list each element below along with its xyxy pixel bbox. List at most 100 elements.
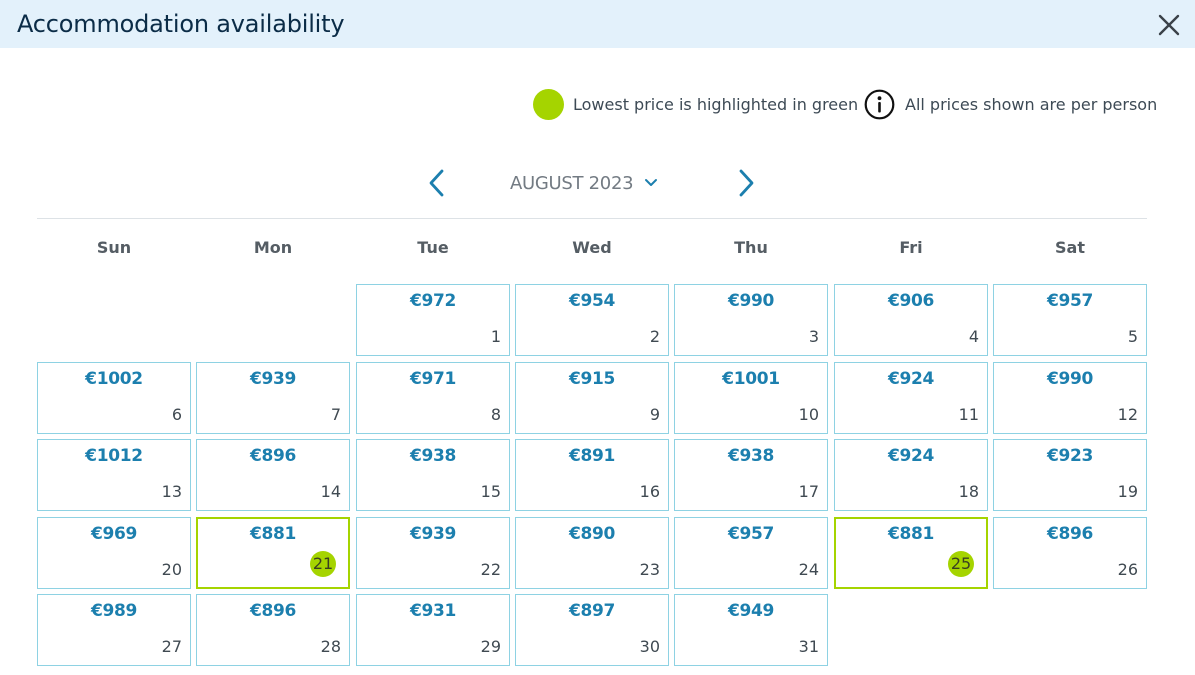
day-cell-28[interactable]: €896 28 bbox=[196, 594, 350, 666]
weekday-header-wed: Wed bbox=[572, 238, 612, 257]
day-cell-18[interactable]: €924 18 bbox=[834, 439, 988, 511]
day-number: 18 bbox=[958, 482, 979, 501]
chevron-down-icon bbox=[645, 179, 658, 186]
legend-per-person: All prices shown are per person bbox=[864, 88, 1157, 120]
weekday-header-sat: Sat bbox=[1055, 238, 1085, 257]
day-cell-8[interactable]: €971 8 bbox=[356, 362, 510, 434]
day-price: €924 bbox=[887, 446, 935, 466]
day-price: €896 bbox=[1046, 524, 1094, 544]
day-number: 14 bbox=[320, 482, 341, 501]
previous-month-button[interactable] bbox=[422, 166, 452, 200]
day-number: 20 bbox=[161, 560, 182, 579]
day-number: 30 bbox=[639, 637, 660, 656]
day-cell-19[interactable]: €923 19 bbox=[993, 439, 1147, 511]
weekday-header-sun: Sun bbox=[96, 238, 132, 257]
dialog-header: Accommodation availability bbox=[0, 0, 1195, 48]
month-label: AUGUST 2023 bbox=[510, 172, 634, 194]
day-price: €881 bbox=[249, 524, 297, 544]
day-number: 6 bbox=[171, 405, 182, 424]
green-dot-icon bbox=[533, 88, 564, 120]
month-dropdown[interactable]: AUGUST 2023 bbox=[510, 166, 675, 200]
day-price: €990 bbox=[1046, 369, 1094, 389]
day-price: €890 bbox=[568, 524, 616, 544]
day-number: 1 bbox=[490, 327, 501, 346]
day-cell-26[interactable]: €896 26 bbox=[993, 517, 1147, 589]
day-price: €938 bbox=[409, 446, 457, 466]
day-cell-16[interactable]: €891 16 bbox=[515, 439, 669, 511]
day-price: €923 bbox=[1046, 446, 1094, 466]
day-cell-29[interactable]: €931 29 bbox=[356, 594, 510, 666]
day-price: €957 bbox=[727, 524, 775, 544]
day-cell-22[interactable]: €939 22 bbox=[356, 517, 510, 589]
day-price: €990 bbox=[727, 291, 775, 311]
day-cell-30[interactable]: €897 30 bbox=[515, 594, 669, 666]
day-cell-3[interactable]: €990 3 bbox=[674, 284, 828, 356]
weekday-header-fri: Fri bbox=[899, 238, 923, 257]
day-number: 5 bbox=[1127, 327, 1138, 346]
day-cell-23[interactable]: €890 23 bbox=[515, 517, 669, 589]
day-price: €896 bbox=[249, 601, 297, 621]
day-cell-6[interactable]: €1002 6 bbox=[37, 362, 191, 434]
info-icon bbox=[864, 89, 895, 119]
dialog-title: Accommodation availability bbox=[17, 10, 345, 38]
day-cell-11[interactable]: €924 11 bbox=[834, 362, 988, 434]
day-price: €906 bbox=[887, 291, 935, 311]
day-number: 29 bbox=[480, 637, 501, 656]
day-price: €896 bbox=[249, 446, 297, 466]
day-cell-25[interactable]: €881 25 bbox=[834, 517, 988, 589]
day-cell-5[interactable]: €957 5 bbox=[993, 284, 1147, 356]
day-number: 28 bbox=[320, 637, 341, 656]
day-number: 27 bbox=[161, 637, 182, 656]
day-number: 19 bbox=[1117, 482, 1138, 501]
day-number: 24 bbox=[798, 560, 819, 579]
day-price: €924 bbox=[887, 369, 935, 389]
day-price: €891 bbox=[568, 446, 616, 466]
weekday-header-mon: Mon bbox=[253, 238, 293, 257]
day-number: 17 bbox=[798, 482, 819, 501]
day-cell-12[interactable]: €990 12 bbox=[993, 362, 1147, 434]
day-cell-17[interactable]: €938 17 bbox=[674, 439, 828, 511]
legend-per-person-label: All prices shown are per person bbox=[905, 94, 1158, 114]
day-price: €989 bbox=[90, 601, 138, 621]
day-cell-13[interactable]: €1012 13 bbox=[37, 439, 191, 511]
day-number: 3 bbox=[808, 327, 819, 346]
weekday-header-tue: Tue bbox=[417, 238, 449, 257]
day-price: €1001 bbox=[722, 369, 780, 389]
chevron-right-icon bbox=[739, 169, 754, 197]
day-price: €931 bbox=[409, 601, 457, 621]
day-cell-27[interactable]: €989 27 bbox=[37, 594, 191, 666]
day-price: €954 bbox=[568, 291, 616, 311]
day-price: €972 bbox=[409, 291, 457, 311]
day-number: 9 bbox=[649, 405, 660, 424]
day-cell-1[interactable]: €972 1 bbox=[356, 284, 510, 356]
day-cell-21[interactable]: €881 21 bbox=[196, 517, 350, 589]
day-cell-14[interactable]: €896 14 bbox=[196, 439, 350, 511]
day-cell-10[interactable]: €1001 10 bbox=[674, 362, 828, 434]
chevron-left-icon bbox=[429, 169, 444, 197]
day-number: 16 bbox=[639, 482, 660, 501]
day-cell-24[interactable]: €957 24 bbox=[674, 517, 828, 589]
close-button[interactable] bbox=[1154, 10, 1184, 40]
day-cell-2[interactable]: €954 2 bbox=[515, 284, 669, 356]
day-cell-4[interactable]: €906 4 bbox=[834, 284, 988, 356]
day-number: 2 bbox=[649, 327, 660, 346]
day-cell-15[interactable]: €938 15 bbox=[356, 439, 510, 511]
day-price: €1002 bbox=[85, 369, 143, 389]
day-cell-20[interactable]: €969 20 bbox=[37, 517, 191, 589]
day-number: 4 bbox=[968, 327, 979, 346]
day-cell-9[interactable]: €915 9 bbox=[515, 362, 669, 434]
day-price: €881 bbox=[887, 524, 935, 544]
day-cell-7[interactable]: €939 7 bbox=[196, 362, 350, 434]
day-number: 21 bbox=[310, 551, 336, 577]
day-number: 31 bbox=[798, 637, 819, 656]
day-cell-31[interactable]: €949 31 bbox=[674, 594, 828, 666]
divider bbox=[37, 218, 1147, 219]
day-number: 10 bbox=[798, 405, 819, 424]
day-number: 7 bbox=[330, 405, 341, 424]
day-price: €949 bbox=[727, 601, 775, 621]
day-number: 23 bbox=[639, 560, 660, 579]
day-price: €1012 bbox=[85, 446, 143, 466]
day-number: 13 bbox=[161, 482, 182, 501]
next-month-button[interactable] bbox=[731, 166, 761, 200]
day-price: €897 bbox=[568, 601, 616, 621]
